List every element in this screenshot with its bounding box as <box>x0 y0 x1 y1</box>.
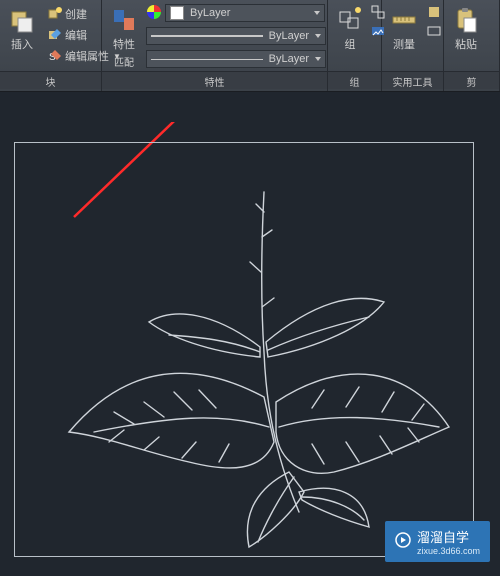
edit-icon <box>47 27 63 43</box>
chevron-down-icon <box>315 57 321 61</box>
panel-block-title: 块 <box>0 71 101 89</box>
drawing-canvas[interactable]: 溜溜自学 zixue.3d66.com <box>0 92 500 576</box>
lineweight-value: ByLayer <box>269 30 309 42</box>
paste-label: 粘贴 <box>455 36 477 52</box>
color-value: ByLayer <box>190 7 230 19</box>
drawing-content <box>14 142 474 557</box>
ribbon: 插入 创建 编辑 S <box>0 0 500 92</box>
color-dropdown[interactable]: ByLayer <box>165 4 325 22</box>
util-icon-2[interactable] <box>426 23 442 39</box>
panel-properties-title: 特性 <box>102 71 327 89</box>
panel-utilities-title: 实用工具 <box>382 71 443 89</box>
panel-utilities: 测量 实用工具 <box>382 0 444 91</box>
watermark-badge: 溜溜自学 zixue.3d66.com <box>385 521 490 562</box>
edit-label: 编辑 <box>65 27 87 43</box>
edit-attr-icon: S <box>47 48 63 64</box>
group-button[interactable]: 组 <box>332 4 368 54</box>
measure-button[interactable]: 测量 <box>386 4 422 54</box>
insert-icon <box>8 6 36 34</box>
group-label: 组 <box>345 36 356 52</box>
color-swatch <box>170 6 184 20</box>
chevron-down-icon <box>315 34 321 38</box>
panel-clipboard-title: 剪 <box>444 71 499 89</box>
measure-label: 测量 <box>393 36 415 52</box>
create-icon <box>47 6 63 22</box>
insert-button[interactable]: 插入 <box>4 4 40 54</box>
measure-icon <box>390 6 418 34</box>
color-wheel-icon[interactable] <box>146 4 162 20</box>
panel-block: 插入 创建 编辑 S <box>0 0 102 91</box>
watermark-text: 溜溜自学 <box>417 527 480 546</box>
panel-group: 组 组 <box>328 0 382 91</box>
linetype-preview <box>151 59 263 60</box>
match-properties-button[interactable]: 特性 匹配 <box>106 4 142 71</box>
play-icon <box>395 532 411 551</box>
group-icon <box>336 6 364 34</box>
create-label: 创建 <box>65 6 87 22</box>
linetype-dropdown[interactable]: ByLayer <box>146 50 326 68</box>
panel-group-title: 组 <box>328 71 381 89</box>
paste-button[interactable]: 粘贴 <box>448 4 484 54</box>
watermark-url: zixue.3d66.com <box>417 546 480 556</box>
lineweight-dropdown[interactable]: ByLayer <box>146 27 326 45</box>
linetype-value: ByLayer <box>269 53 309 65</box>
panel-properties: 特性 匹配 ByLayer ByLayer <box>102 0 328 91</box>
paste-icon <box>452 6 480 34</box>
match-icon <box>110 6 138 34</box>
panel-clipboard: 粘贴 剪 <box>444 0 500 91</box>
lineweight-preview <box>151 35 263 37</box>
insert-label: 插入 <box>11 36 33 52</box>
util-icon-1[interactable] <box>426 4 442 20</box>
match-sub: 匹配 <box>114 54 134 69</box>
chevron-down-icon <box>314 11 320 15</box>
match-label: 特性 <box>113 36 135 52</box>
